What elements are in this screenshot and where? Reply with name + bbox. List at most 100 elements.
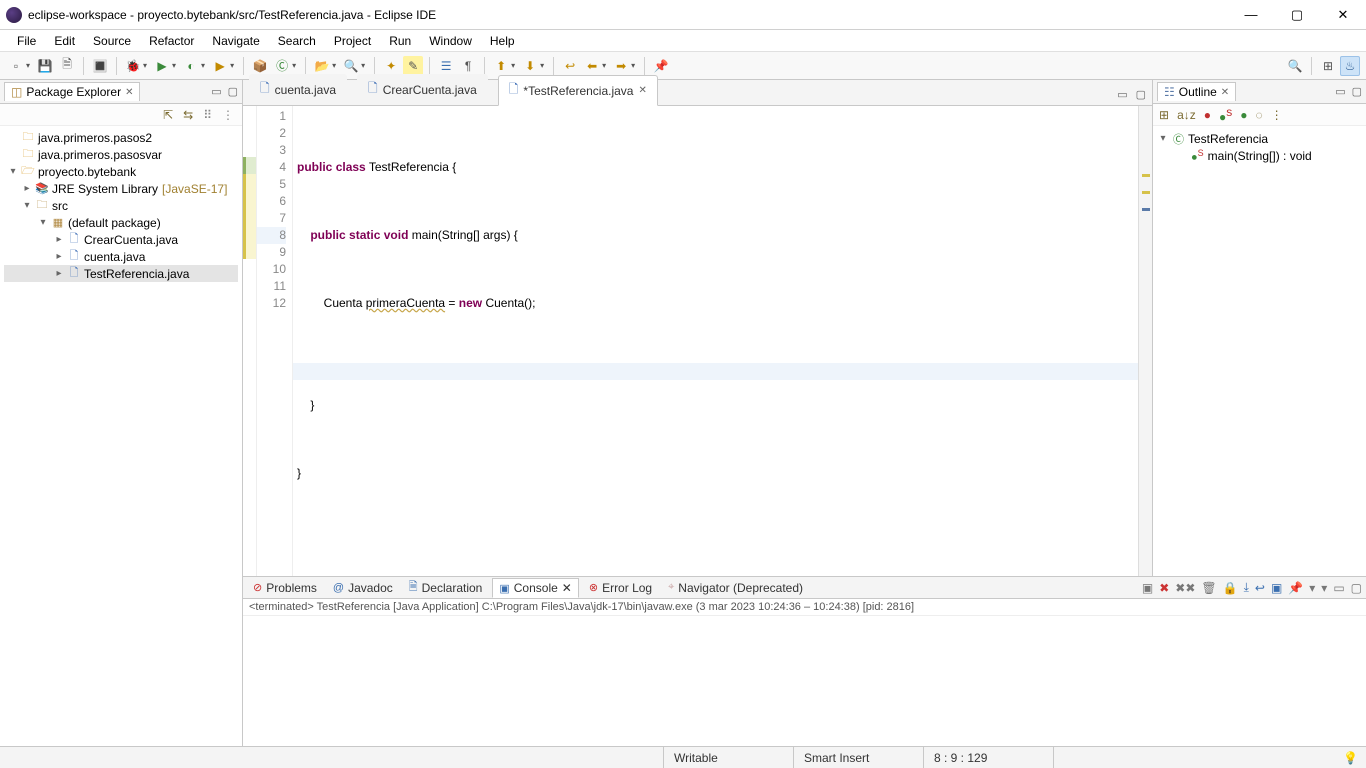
chevron-down-icon[interactable]: ▾ [20,200,34,211]
outline-class[interactable]: ▾ Ⓒ TestReferencia [1157,130,1362,147]
open-type-icon[interactable]: 📂 [312,56,332,76]
search-access-icon[interactable]: 🔍 [1285,56,1305,76]
new-dropdown[interactable]: ▾ [26,61,30,70]
minimize-view-icon[interactable]: ▭ [1335,85,1345,98]
maximize-view-icon[interactable]: ▢ [1352,85,1362,98]
hide-fields-icon[interactable]: ● [1204,108,1211,122]
prev-annotation-icon[interactable]: ⬆ [491,56,511,76]
chevron-down-icon[interactable]: ▾ [36,217,50,228]
close-icon[interactable]: ✕ [125,87,133,98]
show-console-icon[interactable]: ▣ [1271,581,1282,595]
open-perspective-icon[interactable]: ⊞ [1318,56,1338,76]
project-open[interactable]: ▾🗁proyecto.bytebank [4,163,238,180]
last-edit-icon[interactable]: ↩ [560,56,580,76]
forward-icon[interactable]: ➡ [611,56,631,76]
tip-icon[interactable]: 💡 [1343,751,1358,765]
project-closed[interactable]: 🗀java.primeros.pasosvar [4,146,238,163]
toggle-highlight-icon[interactable]: ✎ [403,56,423,76]
focus-icon[interactable]: ⠿ [203,108,212,122]
menu-search[interactable]: Search [269,32,325,50]
java-file[interactable]: ▸🗋CrearCuenta.java [4,231,238,248]
outline-tab[interactable]: ☷ Outline ✕ [1157,82,1236,101]
open-console-icon[interactable]: ▾ [1321,581,1327,595]
save-all-icon[interactable]: 🗎 [57,56,77,76]
jre-library[interactable]: ▸📚JRE System Library[JavaSE-17] [4,180,238,197]
maximize-button[interactable]: ▢ [1274,0,1320,30]
chevron-down-icon[interactable]: ▾ [1157,133,1169,144]
pin-console-icon[interactable]: 📌 [1288,581,1303,595]
outline-method[interactable]: ●S main(String[]) : void [1157,147,1362,164]
src-folder[interactable]: ▾🗀src [4,197,238,214]
maximize-view-icon[interactable]: ▢ [1136,88,1146,101]
close-icon[interactable]: ✕ [562,581,572,595]
menu-window[interactable]: Window [420,32,481,50]
close-icon[interactable]: ✕ [638,85,646,96]
package-explorer-tree[interactable]: 🗀java.primeros.pasos2 🗀java.primeros.pas… [0,126,242,746]
hide-static-icon[interactable]: ●s [1219,105,1232,124]
chevron-down-icon[interactable]: ▾ [6,166,20,177]
close-icon[interactable]: ✕ [1221,87,1229,98]
package-explorer-tab[interactable]: ◫ Package Explorer ✕ [4,82,140,101]
editor-tab-active[interactable]: 🗋*TestReferencia.java✕ [498,75,658,106]
focus-icon[interactable]: ⊞ [1159,108,1169,122]
switch-editor-icon[interactable]: 🔳 [90,56,110,76]
minimize-button[interactable]: — [1228,0,1274,30]
menu-edit[interactable]: Edit [45,32,84,50]
run-icon[interactable]: ▶ [152,56,172,76]
hide-local-icon[interactable]: ◌ [1256,108,1263,122]
toggle-block-icon[interactable]: ☰ [436,56,456,76]
view-menu-icon[interactable]: ⋮ [1271,108,1283,122]
editor-tab[interactable]: 🗋cuenta.java [249,74,347,105]
word-wrap-icon[interactable]: ↩ [1255,581,1265,595]
link-editor-icon[interactable]: ⇆ [183,108,193,122]
close-button[interactable]: ✕ [1320,0,1366,30]
menu-run[interactable]: Run [380,32,420,50]
menu-source[interactable]: Source [84,32,140,50]
next-annotation-icon[interactable]: ⬇ [520,56,540,76]
menu-help[interactable]: Help [481,32,524,50]
java-file[interactable]: ▸🗋cuenta.java [4,248,238,265]
menu-project[interactable]: Project [325,32,380,50]
minimize-view-icon[interactable]: ▭ [1117,88,1127,101]
console-output[interactable] [243,616,1366,746]
maximize-view-icon[interactable]: ▢ [228,85,238,98]
run-last-icon[interactable]: ▶ [210,56,230,76]
java-file-selected[interactable]: ▸🗋TestReferencia.java [4,265,238,282]
chevron-right-icon[interactable]: ▸ [52,234,66,245]
coverage-icon[interactable]: ◐ [181,56,201,76]
menu-navigate[interactable]: Navigate [203,32,268,50]
minimize-view-icon[interactable]: ▭ [211,85,221,98]
search-icon[interactable]: 🔍 [341,56,361,76]
default-package[interactable]: ▾▦(default package) [4,214,238,231]
project-closed[interactable]: 🗀java.primeros.pasos2 [4,129,238,146]
declaration-tab[interactable]: 🗎Declaration [403,576,489,599]
new-java-package-icon[interactable]: 📦 [250,56,270,76]
navigator-tab[interactable]: ⌖Navigator (Deprecated) [662,579,809,597]
chevron-right-icon[interactable]: ▸ [52,268,66,279]
collapse-all-icon[interactable]: ⇱ [163,108,173,122]
editor-tab[interactable]: 🗋CrearCuenta.java [357,74,488,105]
toggle-mark-icon[interactable]: ✦ [381,56,401,76]
terminate-all-icon[interactable]: ✖✖ [1175,581,1195,595]
maximize-view-icon[interactable]: ▢ [1351,581,1362,595]
new-icon[interactable]: ▫ [6,56,26,76]
debug-icon[interactable]: 🐞 [123,56,143,76]
java-perspective-icon[interactable]: ♨ [1340,56,1360,76]
javadoc-tab[interactable]: @Javadoc [327,579,399,597]
terminate-icon[interactable]: ✖ [1159,581,1169,595]
console-tab[interactable]: ▣Console✕ [492,578,579,598]
chevron-right-icon[interactable]: ▸ [20,183,34,194]
sort-icon[interactable]: a↓z [1177,108,1196,122]
back-icon[interactable]: ⬅ [582,56,602,76]
show-whitespace-icon[interactable]: ¶ [458,56,478,76]
chevron-right-icon[interactable]: ▸ [52,251,66,262]
minimize-view-icon[interactable]: ▭ [1333,581,1344,595]
errorlog-tab[interactable]: ⊗Error Log [583,579,658,597]
remove-launch-icon[interactable]: 🗑 [1201,581,1216,595]
menu-file[interactable]: File [8,32,45,50]
display-selected-icon[interactable]: ▾ [1309,581,1315,595]
problems-tab[interactable]: ⊘Problems [247,579,323,597]
scroll-lock-icon[interactable]: ⤓ [1244,580,1249,595]
save-icon[interactable]: 💾 [35,56,55,76]
clear-console-icon[interactable]: 🔒 [1223,581,1238,595]
